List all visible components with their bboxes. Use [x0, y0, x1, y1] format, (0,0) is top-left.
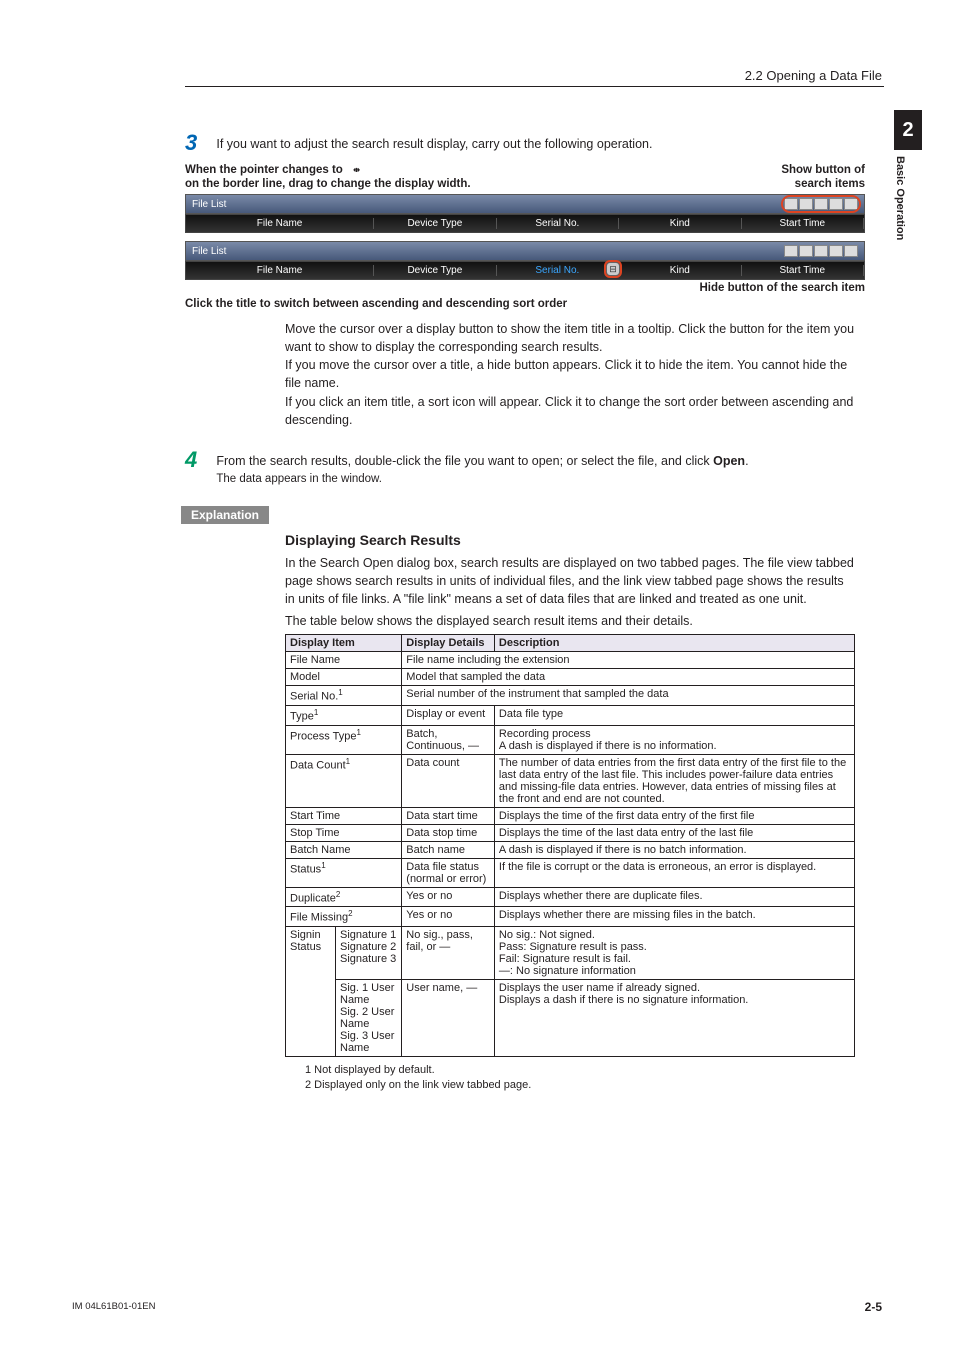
section-header: 2.2 Opening a Data File	[745, 68, 882, 83]
step3-para2: If you move the cursor over a title, a h…	[285, 356, 855, 392]
step-4: 4 From the search results, double-click …	[185, 447, 865, 488]
step3-para3: If you click an item title, a sort icon …	[285, 393, 855, 429]
screenshot-2: File List File Name Device Type Serial N…	[185, 241, 865, 294]
th-description: Description	[494, 635, 854, 652]
file-list-label: File List	[192, 199, 226, 210]
explanation-label: Explanation	[181, 506, 269, 524]
table-row: Duplicate2Yes or noDisplays whether ther…	[286, 887, 855, 907]
col-file-name[interactable]: File Name	[186, 218, 374, 229]
col-file-name-2[interactable]: File Name	[186, 265, 374, 276]
col-kind-2[interactable]: Kind	[619, 265, 741, 276]
table-row: ModelModel that sampled the data	[286, 669, 855, 686]
table-row: Process Type1Batch, Continuous, —Recordi…	[286, 725, 855, 754]
table-row: Batch NameBatch nameA dash is displayed …	[286, 841, 855, 858]
col-start-time-2[interactable]: Start Time	[742, 265, 864, 276]
file-list-label-2: File List	[192, 246, 226, 257]
chapter-number: 2	[894, 110, 922, 150]
table-row: Serial No.1Serial number of the instrume…	[286, 686, 855, 706]
table-row: Type1Display or eventData file type	[286, 705, 855, 725]
table-row: Data Count1Data countThe number of data …	[286, 754, 855, 807]
col-device-type-2[interactable]: Device Type	[374, 265, 496, 276]
hide-icon[interactable]: ⊟	[606, 262, 620, 276]
step-3-number: 3	[185, 130, 213, 156]
explanation-body-2: The table below shows the displayed sear…	[285, 612, 855, 630]
explanation-title: Displaying Search Results	[285, 532, 865, 548]
table-row: Sig. 1 User NameSig. 2 User NameSig. 3 U…	[286, 979, 855, 1056]
explanation-body-1: In the Search Open dialog box, search re…	[285, 554, 855, 608]
step-4-text: From the search results, double-click th…	[216, 447, 856, 488]
table-row: Stop TimeData stop timeDisplays the time…	[286, 824, 855, 841]
chapter-label: Basic Operation	[894, 150, 906, 270]
step-3-text: If you want to adjust the search result …	[216, 130, 856, 154]
th-display-item: Display Item	[286, 635, 402, 652]
footer-doc-id: IM 04L61B01-01EN	[72, 1301, 155, 1312]
table-row: Signin StatusSignature 1Signature 2Signa…	[286, 926, 855, 979]
col-serial-no[interactable]: Serial No.	[497, 218, 619, 229]
col-start-time[interactable]: Start Time	[742, 218, 864, 229]
footer-page: 2-5	[865, 1300, 882, 1314]
table-row: File NameFile name including the extensi…	[286, 652, 855, 669]
footnotes: 1 Not displayed by default. 2 Displayed …	[305, 1063, 865, 1094]
table-row: Status1Data file status (normal or error…	[286, 858, 855, 887]
col-device-type[interactable]: Device Type	[374, 218, 496, 229]
th-display-details: Display Details	[402, 635, 495, 652]
sort-caption: Click the title to switch between ascend…	[185, 298, 865, 310]
col-kind[interactable]: Kind	[619, 218, 741, 229]
step3-para1: Move the cursor over a display button to…	[285, 320, 855, 356]
table-row: Start TimeData start timeDisplays the ti…	[286, 807, 855, 824]
annotation-left: When the pointer changes to ⇹ on the bor…	[185, 162, 471, 190]
col-serial-no-2[interactable]: Serial No. ⊟	[497, 265, 619, 276]
search-result-table: Display Item Display Details Description…	[285, 634, 855, 1057]
table-row: File Missing2Yes or noDisplays whether t…	[286, 907, 855, 927]
column-header-row-2[interactable]: File Name Device Type Serial No. ⊟ Kind …	[185, 261, 865, 280]
show-buttons-2[interactable]	[784, 245, 858, 257]
header-rule	[185, 86, 884, 89]
hide-caption: Hide button of the search item	[185, 282, 865, 294]
step-4-number: 4	[185, 447, 213, 473]
side-tab: 2 Basic Operation	[894, 110, 922, 310]
step-3: 3 If you want to adjust the search resul…	[185, 130, 865, 156]
annotation-right: Show button of search items	[781, 162, 865, 190]
footnote-1: 1 Not displayed by default.	[305, 1063, 865, 1078]
show-buttons[interactable]	[784, 198, 858, 210]
screenshot-1: File List File Name Device Type Serial N…	[185, 194, 865, 233]
footnote-2: 2 Displayed only on the link view tabbed…	[305, 1078, 865, 1093]
column-header-row-1[interactable]: File Name Device Type Serial No. Kind St…	[185, 214, 865, 233]
